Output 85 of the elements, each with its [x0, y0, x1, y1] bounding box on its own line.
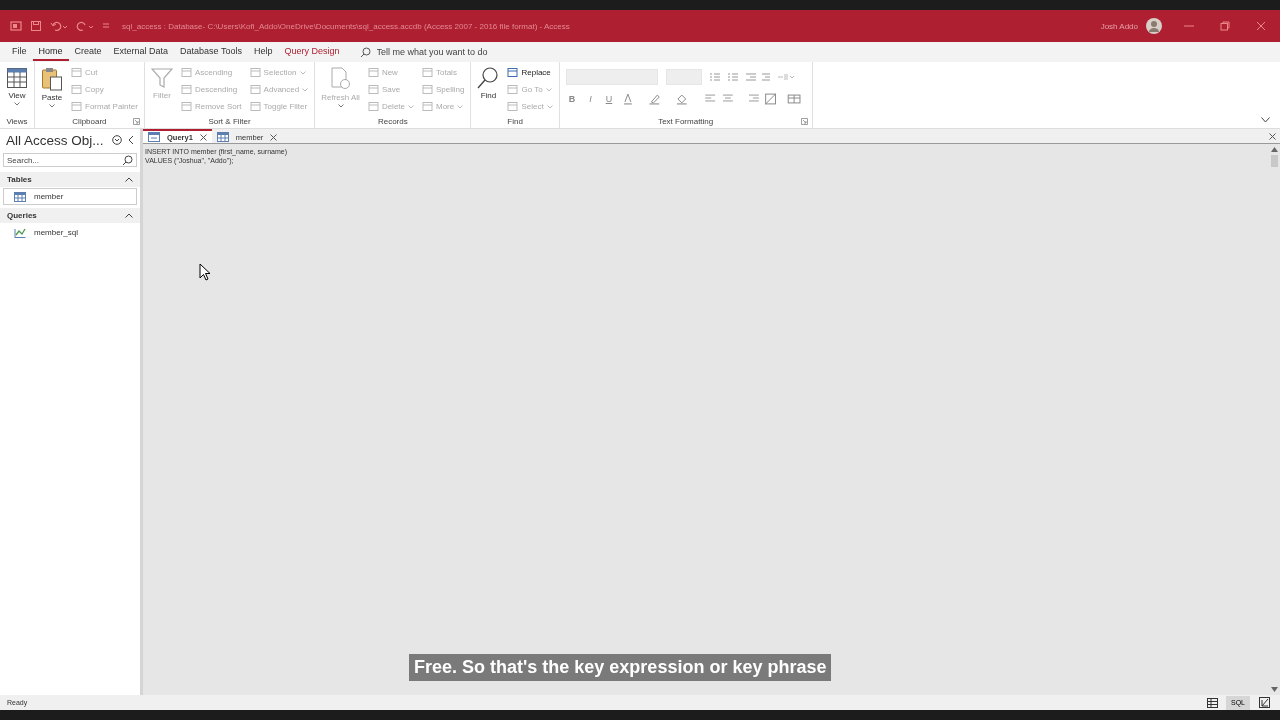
navigation-item[interactable]: member — [3, 188, 137, 205]
refresh-icon — [329, 67, 352, 91]
command-icon — [367, 101, 379, 112]
user-name[interactable]: Josh Addo — [1100, 21, 1138, 31]
group-label: Text Formatting — [658, 117, 714, 126]
format-button[interactable]: B — [565, 94, 579, 104]
command-icon — [422, 67, 433, 78]
funnel-icon — [150, 67, 173, 89]
command-icon — [422, 101, 433, 112]
search-icon — [359, 46, 371, 58]
section-header[interactable]: Tables — [0, 172, 140, 187]
ribbon-tab[interactable]: Help — [247, 43, 279, 61]
paragraph-icon[interactable] — [777, 72, 794, 82]
redo-icon[interactable] — [76, 20, 94, 32]
ribbon-button[interactable]: View — [4, 65, 30, 115]
scroll-thumb[interactable] — [1270, 155, 1278, 167]
group-label: Views — [6, 117, 28, 126]
command-icon — [367, 84, 379, 95]
query-icon — [14, 227, 26, 238]
ribbon-tab[interactable]: External Data — [107, 43, 175, 61]
ribbon-tab[interactable]: File — [6, 43, 33, 61]
ribbon-button[interactable]: Paste — [39, 65, 65, 115]
command-icon — [507, 67, 519, 78]
command-icon — [249, 84, 261, 95]
command-icon — [180, 84, 192, 95]
search-icon — [477, 67, 500, 89]
ribbon-button[interactable]: Replace — [505, 65, 555, 80]
datasheet-icon — [1206, 697, 1218, 708]
group-label: Records — [377, 117, 408, 126]
command-icon — [249, 67, 261, 78]
close-icon[interactable] — [270, 133, 278, 141]
section-header[interactable]: Queries — [0, 208, 140, 223]
close-icon[interactable] — [1269, 132, 1276, 140]
group-label: Sort & Filter — [208, 117, 251, 126]
window-title: sql_access : Database- C:\Users\Kofi_Addo\OneDrive\Documents\sql_access.accdb (Access 2007 - 2016 file format) - Access — [122, 21, 571, 31]
command-icon — [180, 67, 192, 78]
cursor-icon — [199, 263, 211, 281]
format-button[interactable]: U — [602, 94, 616, 104]
ribbon-button[interactable]: Find — [475, 65, 502, 115]
command-icon — [422, 84, 433, 95]
avatar-icon[interactable] — [1146, 18, 1162, 34]
tell-me-field[interactable]: Tell me what you want to do — [376, 47, 537, 57]
group-label: Find — [507, 117, 523, 126]
font-size-field[interactable] — [665, 69, 702, 85]
query-icon — [148, 132, 160, 142]
close-icon[interactable] — [199, 133, 207, 141]
dialog-launcher-icon[interactable] — [132, 118, 140, 125]
navigation-pane-title[interactable]: All Access Obj... — [6, 132, 106, 148]
table-icon — [14, 191, 26, 202]
dialog-launcher-icon[interactable] — [800, 118, 808, 125]
ribbon-tab[interactable]: Query Design — [278, 43, 346, 61]
search-field[interactable]: Search... — [3, 153, 137, 167]
search-icon — [122, 154, 133, 166]
collapse-ribbon-icon[interactable] — [1261, 117, 1270, 123]
command-icon — [71, 101, 82, 112]
save-icon[interactable] — [30, 20, 42, 32]
section-label: Queries — [7, 211, 37, 220]
bullets-icon[interactable] — [709, 72, 770, 82]
navigation-item[interactable]: member_sql — [3, 224, 137, 241]
format-button[interactable]: I — [586, 94, 595, 104]
undo-icon[interactable] — [50, 20, 68, 32]
table-icon — [6, 67, 28, 89]
command-icon — [71, 67, 82, 78]
design-icon — [1258, 697, 1270, 708]
caption: Free. So that's the key expression or key phrase — [409, 654, 832, 681]
command-icon — [71, 84, 82, 95]
section-label: Tables — [7, 175, 32, 184]
dropdown-icon[interactable] — [112, 135, 122, 145]
command-icon — [507, 101, 519, 112]
clipboard-icon — [41, 67, 63, 91]
collapse-pane-icon[interactable] — [128, 135, 134, 145]
command-icon — [249, 101, 261, 112]
command-icon — [367, 67, 379, 78]
app-icon — [10, 20, 22, 32]
group-label: Clipboard — [72, 117, 107, 126]
font-name-field[interactable] — [565, 69, 658, 85]
restore-icon[interactable] — [1220, 21, 1230, 31]
ribbon-tab[interactable]: Database Tools — [174, 43, 248, 61]
command-icon — [507, 84, 519, 95]
scroll-up-icon[interactable] — [1270, 147, 1278, 152]
scrollbar[interactable] — [1268, 144, 1280, 695]
table-icon — [216, 132, 229, 142]
ribbon-tab[interactable]: Create — [68, 43, 108, 61]
scroll-down-icon[interactable] — [1270, 687, 1278, 692]
command-icon — [180, 101, 192, 112]
